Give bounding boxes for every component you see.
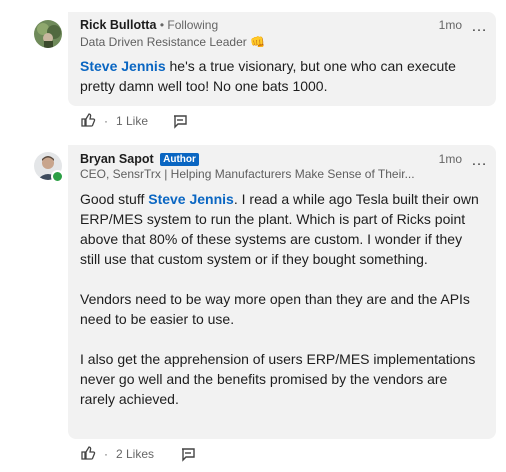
fist-emoji-icon: 👊: [250, 35, 266, 49]
comment-actions: · 2 Likes: [80, 445, 280, 465]
separator-dot: ·: [104, 447, 108, 461]
reply-button[interactable]: [172, 113, 188, 132]
thumbs-up-icon: [81, 446, 96, 460]
timestamp: 1mo: [438, 18, 462, 32]
text-prefix: Good stuff: [80, 191, 149, 207]
timestamp: 1mo: [438, 152, 462, 166]
comment-bubble: Rick Bullotta • Following Data Driven Re…: [68, 12, 496, 106]
comment-bubble: Bryan Sapot Author CEO, SensrTrx | Helpi…: [68, 145, 496, 439]
like-button[interactable]: [80, 445, 96, 464]
comment-text: Good stuff Steve Jennis. I read a while …: [80, 189, 482, 409]
like-button[interactable]: [80, 112, 96, 131]
mention-link[interactable]: Steve Jennis: [80, 58, 166, 74]
comment-text: Steve Jennis he's a true visionary, but …: [80, 56, 482, 96]
comment-header: Bryan Sapot Author: [80, 152, 199, 166]
paragraph: I also get the apprehension of users ERP…: [80, 351, 476, 407]
mention-link[interactable]: Steve Jennis: [148, 191, 234, 207]
avatar[interactable]: [34, 20, 62, 48]
separator-dot: ·: [104, 114, 108, 128]
thumbs-up-icon: [81, 113, 96, 127]
online-status-icon: [51, 170, 64, 183]
more-options-icon[interactable]: …: [471, 153, 488, 169]
paragraph: Vendors need to be way more open than th…: [80, 291, 470, 327]
author-headline: Data Driven Resistance Leader 👊: [80, 35, 265, 49]
like-count[interactable]: 2 Likes: [116, 447, 154, 461]
more-options-icon[interactable]: …: [471, 19, 488, 35]
headline-text: Data Driven Resistance Leader: [80, 35, 247, 49]
comment-header: Rick Bullotta • Following: [80, 18, 218, 32]
comment-actions: · 1 Like: [80, 112, 280, 132]
author-badge: Author: [160, 153, 199, 166]
reply-icon: [174, 115, 187, 129]
following-label: • Following: [159, 18, 219, 32]
author-name[interactable]: Bryan Sapot: [80, 152, 154, 166]
reply-icon: [182, 448, 195, 462]
reply-button[interactable]: [180, 446, 196, 465]
author-headline: CEO, SensrTrx | Helping Manufacturers Ma…: [80, 167, 415, 181]
author-name[interactable]: Rick Bullotta: [80, 18, 156, 32]
paragraph: Good stuff Steve Jennis. I read a while …: [80, 189, 482, 269]
like-count[interactable]: 1 Like: [116, 114, 148, 128]
